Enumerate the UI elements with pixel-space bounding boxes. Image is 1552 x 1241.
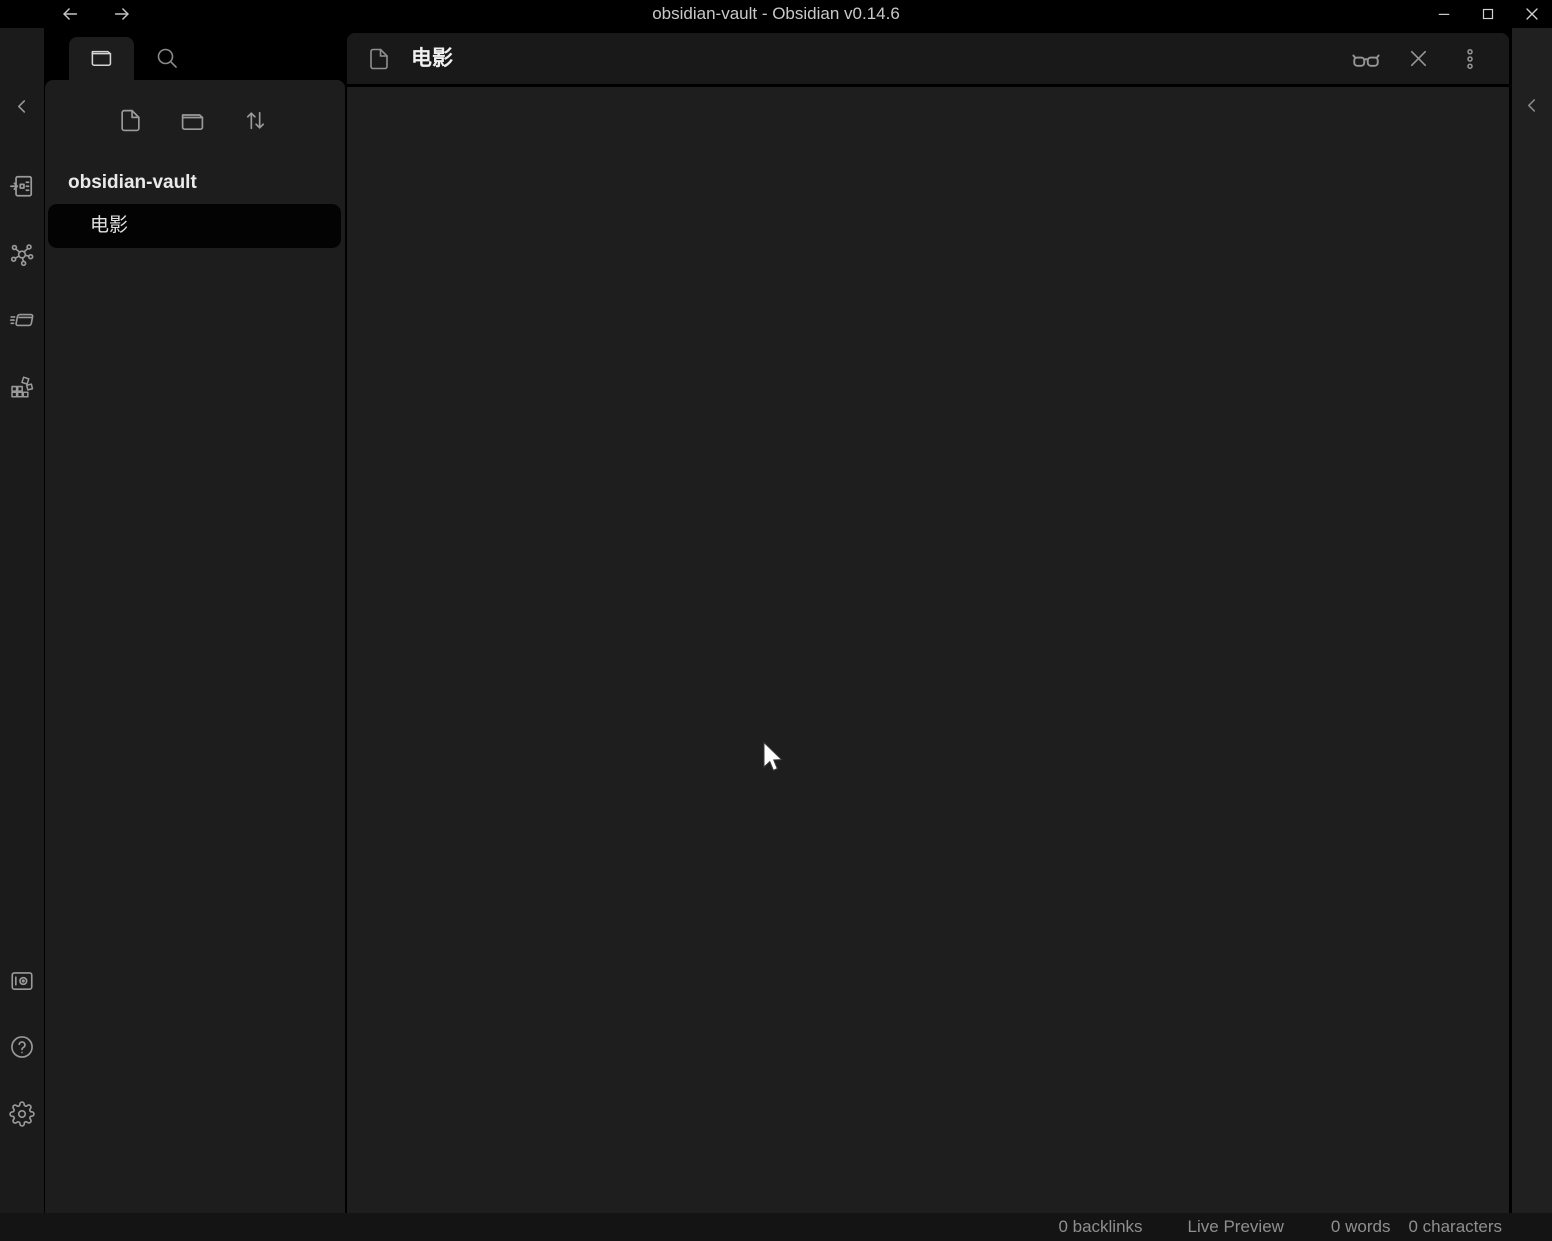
maximize-button[interactable] [1476, 2, 1500, 26]
close-icon [1522, 4, 1542, 24]
quick-switcher-button[interactable] [10, 174, 34, 198]
folder-icon [90, 47, 114, 71]
tab-file-explorer[interactable] [69, 37, 134, 81]
vault-switcher-button[interactable] [10, 969, 34, 993]
right-sidebar-collapsed [1512, 28, 1552, 1213]
reading-mode-button[interactable] [1353, 46, 1379, 72]
left-ribbon [0, 28, 44, 1213]
collapse-left-sidebar-button[interactable] [10, 94, 34, 118]
backlink-count[interactable]: 0 backlinks [1058, 1217, 1142, 1237]
editor-pane: 电影 [347, 33, 1509, 1213]
new-note-icon [118, 108, 143, 133]
settings-button[interactable] [10, 1102, 34, 1126]
file-item-label: 电影 [90, 204, 128, 248]
sort-order-button[interactable] [242, 107, 268, 133]
vault-title[interactable]: obsidian-vault [68, 172, 197, 194]
new-folder-icon [180, 108, 205, 133]
more-options-button[interactable] [1457, 46, 1483, 72]
reading-mode-icon [1351, 44, 1381, 74]
editor-mode-status[interactable]: Live Preview [1188, 1217, 1284, 1237]
sort-order-icon [243, 108, 268, 133]
help-button[interactable] [10, 1035, 34, 1059]
new-note-button[interactable] [117, 107, 143, 133]
more-options-icon [1458, 47, 1482, 71]
file-explorer-toolbar [45, 80, 345, 152]
graph-view-icon [9, 241, 35, 267]
new-folder-button[interactable] [179, 107, 205, 133]
command-palette-button[interactable] [10, 308, 34, 332]
file-explorer-panel: obsidian-vault 电影 [45, 80, 345, 1213]
minimize-icon [1435, 5, 1453, 23]
expand-right-sidebar-button[interactable] [1521, 94, 1543, 116]
editor-tab-header: 电影 [347, 33, 1509, 87]
vault-icon [9, 968, 35, 994]
minimize-button[interactable] [1432, 2, 1456, 26]
close-icon [1406, 46, 1431, 71]
file-icon [367, 47, 391, 71]
chevron-left-icon [1521, 94, 1543, 116]
quick-switcher-icon [9, 173, 35, 199]
character-count: 0 characters [1408, 1217, 1502, 1237]
tab-search[interactable] [155, 46, 179, 70]
window-title: obsidian-vault - Obsidian v0.14.6 [0, 0, 1552, 28]
search-icon [155, 46, 179, 70]
close-tab-button[interactable] [1405, 46, 1431, 72]
editor-content[interactable] [347, 90, 1509, 1213]
file-item-selected[interactable]: 电影 [48, 204, 341, 248]
random-note-icon [9, 374, 35, 400]
command-palette-icon [9, 307, 35, 333]
maximize-icon [1479, 5, 1497, 23]
document-title[interactable]: 电影 [411, 33, 453, 84]
chevron-left-icon [11, 95, 33, 117]
gear-icon [9, 1101, 35, 1127]
status-bar: 0 backlinks Live Preview 0 words 0 chara… [0, 1213, 1552, 1241]
close-window-button[interactable] [1520, 2, 1544, 26]
title-bar: obsidian-vault - Obsidian v0.14.6 [0, 0, 1552, 28]
random-note-button[interactable] [10, 375, 34, 399]
word-count: 0 words [1331, 1217, 1391, 1237]
help-icon [9, 1034, 35, 1060]
graph-view-button[interactable] [10, 242, 34, 266]
